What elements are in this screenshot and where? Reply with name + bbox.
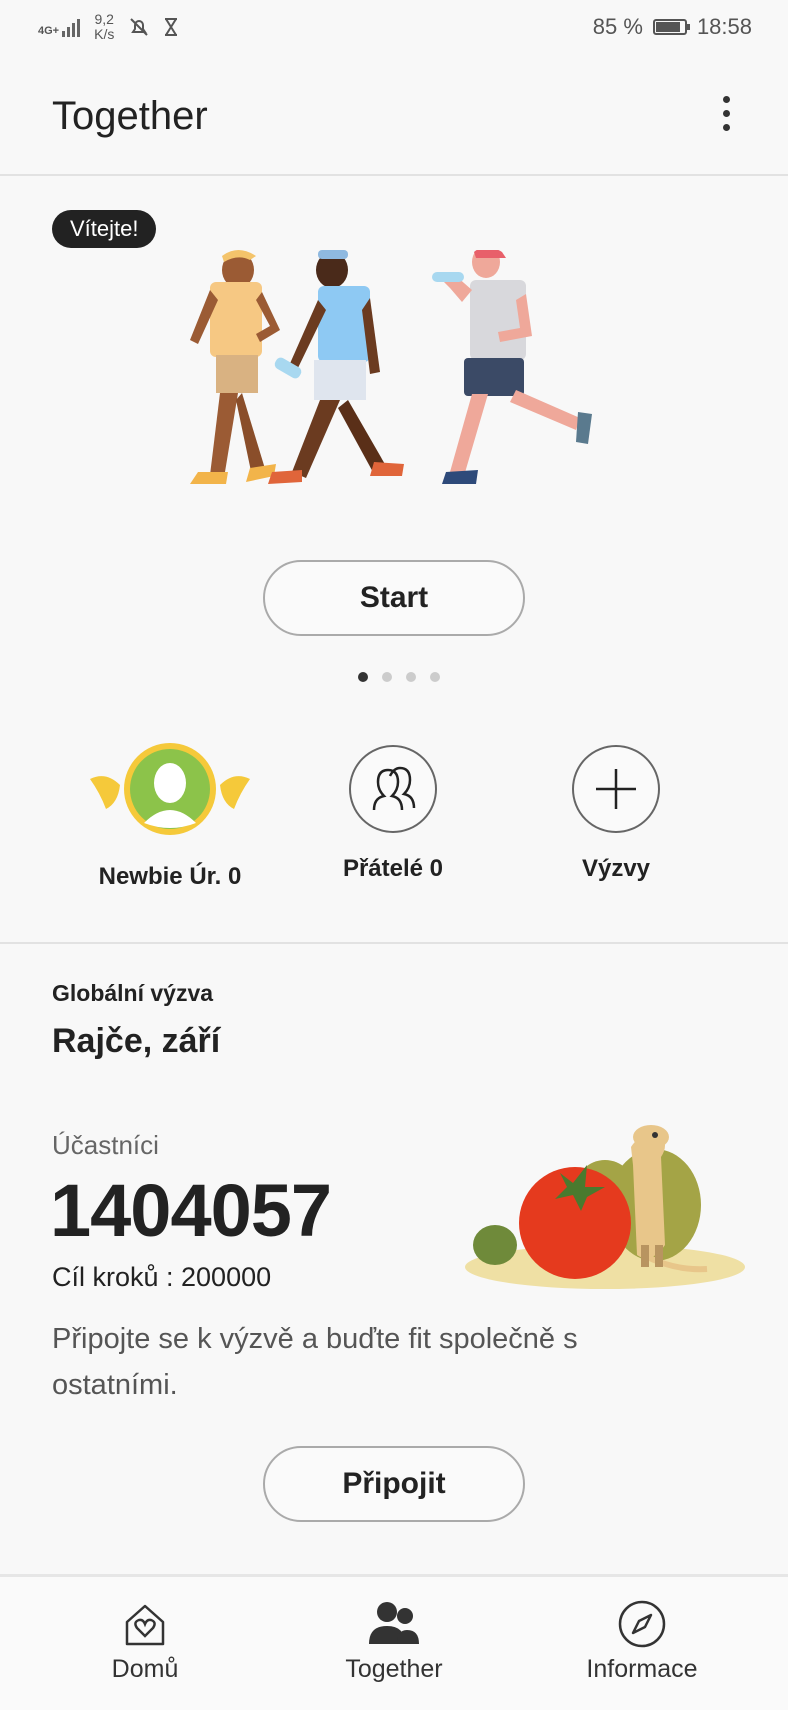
join-button[interactable]: Připojit (263, 1446, 525, 1522)
nav-together-label: Together (345, 1655, 443, 1683)
network-type: 4G+ (38, 25, 60, 37)
battery-percent: 85 % (592, 14, 643, 39)
page-title: Together (52, 94, 208, 138)
tomato-meerkat-illustration (465, 1125, 745, 1289)
challenge-title: Rajče, září (52, 1022, 221, 1060)
nav-info-label: Informace (586, 1655, 698, 1683)
network-indicator: 4G+ (38, 17, 81, 37)
mute-notification-icon (130, 18, 149, 36)
participants-count: 1404057 (50, 1169, 332, 1252)
nav-home[interactable]: Domů (45, 1599, 245, 1684)
runner-3-figure (432, 250, 592, 484)
battery-icon (652, 19, 690, 35)
hourglass-icon (165, 18, 178, 36)
challenge-description: Připojte se k výzvě a buďte fit společně… (52, 1323, 578, 1401)
plus-icon (572, 745, 660, 833)
nav-home-label: Domů (111, 1655, 179, 1683)
carousel-dot[interactable] (406, 672, 416, 682)
network-speed: 9,2 K/s (94, 11, 115, 42)
status-bar: 4G+ 9,2 K/s 85 % 18:58 (0, 0, 788, 56)
app-bar: Together (0, 56, 788, 176)
friends-label: Přátelé 0 (342, 855, 444, 882)
friends-shortcut[interactable]: Přátelé 0 (293, 745, 493, 883)
challenge-kicker: Globální výzva (52, 980, 214, 1006)
step-goal: Cíl kroků : 200000 (52, 1262, 272, 1292)
nav-info[interactable]: Informace (542, 1599, 742, 1684)
challenges-label: Výzvy (581, 855, 651, 882)
nav-together[interactable]: Together (294, 1599, 494, 1684)
participants-label: Účastníci (52, 1130, 159, 1160)
carousel-indicator (358, 672, 440, 682)
clock: 18:58 (696, 14, 752, 39)
signal-icon (62, 17, 81, 37)
walker-1-figure (190, 250, 280, 484)
challenges-shortcut[interactable]: Výzvy (516, 745, 716, 883)
home-heart-icon (125, 1604, 165, 1646)
carousel-dot[interactable] (358, 672, 368, 682)
carousel-dot[interactable] (430, 672, 440, 682)
start-button[interactable]: Start (263, 560, 525, 636)
people-icon (369, 1602, 419, 1644)
welcome-badge: Vítejte! (52, 210, 157, 248)
carousel-dot[interactable] (382, 672, 392, 682)
newbie-level-avatar-icon (70, 743, 270, 837)
more-options-icon[interactable] (716, 96, 736, 136)
status-right: 85 % 18:58 (593, 14, 752, 40)
walkers-illustration (190, 250, 592, 484)
friends-icon (349, 745, 437, 833)
compass-icon (618, 1600, 666, 1648)
section-divider (0, 942, 788, 944)
level-shortcut[interactable]: Newbie Úr. 0 (70, 743, 270, 891)
status-left: 4G+ 9,2 K/s (38, 12, 178, 42)
bottom-navigation: Domů Together Informace (0, 1574, 788, 1710)
walker-2-figure (268, 250, 404, 484)
level-label: Newbie Úr. 0 (98, 863, 242, 890)
